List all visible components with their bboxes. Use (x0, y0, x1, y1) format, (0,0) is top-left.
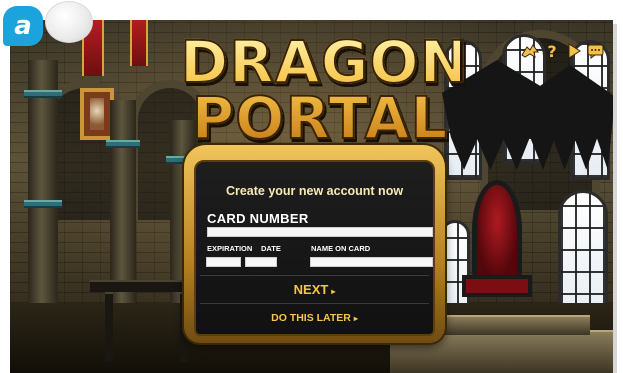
card-number-input[interactable] (207, 227, 433, 237)
chat-icon[interactable] (587, 42, 605, 60)
throne-back (472, 180, 522, 280)
panel-label-badge: a (3, 6, 43, 46)
expiration-month-input[interactable] (206, 257, 241, 267)
date-label: DATE (261, 244, 281, 253)
help-icon[interactable]: ? (543, 42, 561, 61)
title-line-2: PORTAL (191, 84, 449, 152)
portrait-painting (80, 88, 114, 140)
title-line-1: DRAGON (179, 28, 470, 96)
window-4 (558, 190, 608, 320)
magnifier-icon (45, 1, 93, 43)
expiration-year-input[interactable] (245, 257, 277, 267)
name-on-card-input[interactable] (310, 257, 433, 267)
throne-step-top (430, 315, 590, 335)
divider (200, 303, 429, 304)
name-on-card-label: NAME ON CARD (311, 244, 371, 253)
dragon-icon[interactable] (521, 42, 539, 60)
do-this-later-button[interactable]: DO THIS LATER ▸ (200, 312, 429, 324)
play-icon[interactable] (565, 42, 583, 60)
banner-center (130, 20, 148, 66)
next-button[interactable]: NEXT ▸ (200, 282, 429, 297)
later-label: DO THIS LATER (271, 312, 351, 324)
table-leg (105, 292, 113, 362)
next-label: NEXT (293, 282, 329, 297)
next-arrow-icon: ▸ (331, 287, 336, 296)
later-arrow-icon: ▸ (353, 314, 358, 323)
divider (200, 275, 429, 276)
card-number-label: CARD NUMBER (207, 211, 309, 226)
throne-seat (462, 275, 532, 297)
expiration-label: EXPIRATION (207, 244, 253, 253)
top-right-toolbar: ? (521, 42, 605, 61)
game-title-logo: DRAGON PORTAL (179, 28, 470, 152)
panel-heading: Create your new account now (225, 184, 404, 198)
